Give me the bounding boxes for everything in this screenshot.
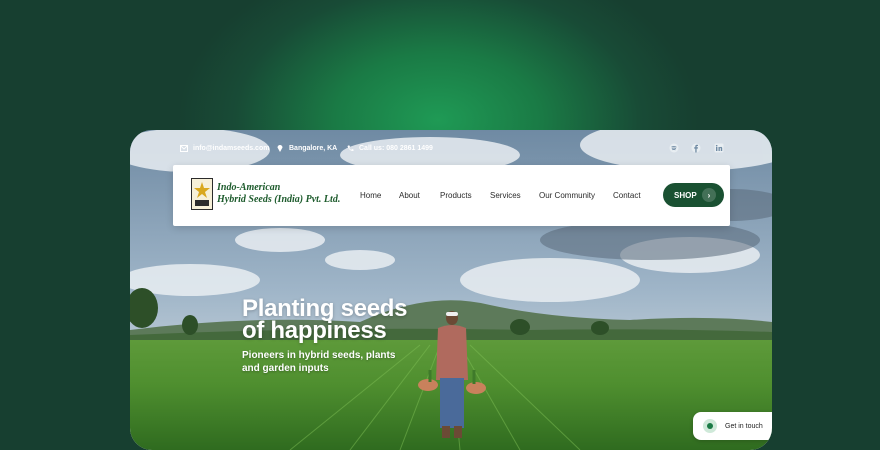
get-in-touch-label: Get in touch	[725, 422, 763, 430]
hero-subtitle-line1: Pioneers in hybrid seeds, plants	[242, 350, 396, 361]
location-pin-icon	[276, 144, 284, 152]
website-screenshot-frame: info@indamseeds.com Bangalore, KA Call u…	[130, 130, 772, 450]
hero-heading: Planting seeds of happiness	[242, 297, 407, 344]
chevron-right-icon: ›	[702, 188, 716, 202]
hero-subtitle: Pioneers in hybrid seeds, plants and gar…	[242, 349, 422, 375]
hero-subtitle-line2: and garden inputs	[242, 363, 329, 374]
nav-item-about[interactable]: About	[399, 191, 420, 200]
nav-item-our-community[interactable]: Our Community	[539, 191, 595, 200]
spotify-icon[interactable]	[669, 143, 679, 153]
linkedin-icon[interactable]	[714, 143, 724, 153]
location-text: Bangalore, KA	[289, 144, 338, 152]
nav-item-contact[interactable]: Contact	[613, 191, 641, 200]
hero-heading-line2: of happiness	[242, 317, 387, 344]
shop-button-label: SHOP	[674, 190, 697, 200]
phone-text: Call us: 080 2861 1499	[359, 144, 433, 152]
facebook-icon[interactable]	[691, 143, 701, 153]
mail-icon	[180, 144, 188, 152]
brand-name-line2: Hybrid Seeds (India) Pvt. Ltd.	[217, 194, 341, 205]
nav-item-products[interactable]: Products	[440, 191, 472, 200]
top-contact-bar: info@indamseeds.com Bangalore, KA Call u…	[130, 130, 772, 166]
email-text: info@indamseeds.com	[193, 144, 270, 152]
nav-item-services[interactable]: Services	[490, 191, 521, 200]
chat-indicator-icon	[703, 419, 717, 433]
main-navigation-bar: Indo-American Hybrid Seeds (India) Pvt. …	[173, 165, 730, 226]
location-contact: Bangalore, KA	[276, 144, 337, 152]
get-in-touch-widget[interactable]: Get in touch	[693, 412, 772, 440]
phone-contact[interactable]: Call us: 080 2861 1499	[346, 144, 433, 152]
nav-item-home[interactable]: Home	[360, 191, 381, 200]
brand-emblem-icon	[191, 178, 213, 210]
email-contact[interactable]: info@indamseeds.com	[180, 144, 269, 152]
shop-button[interactable]: SHOP ›	[663, 183, 724, 207]
brand-name-line1: Indo-American	[217, 182, 281, 193]
phone-icon	[346, 144, 354, 152]
brand-logo[interactable]: Indo-American Hybrid Seeds (India) Pvt. …	[191, 178, 340, 210]
